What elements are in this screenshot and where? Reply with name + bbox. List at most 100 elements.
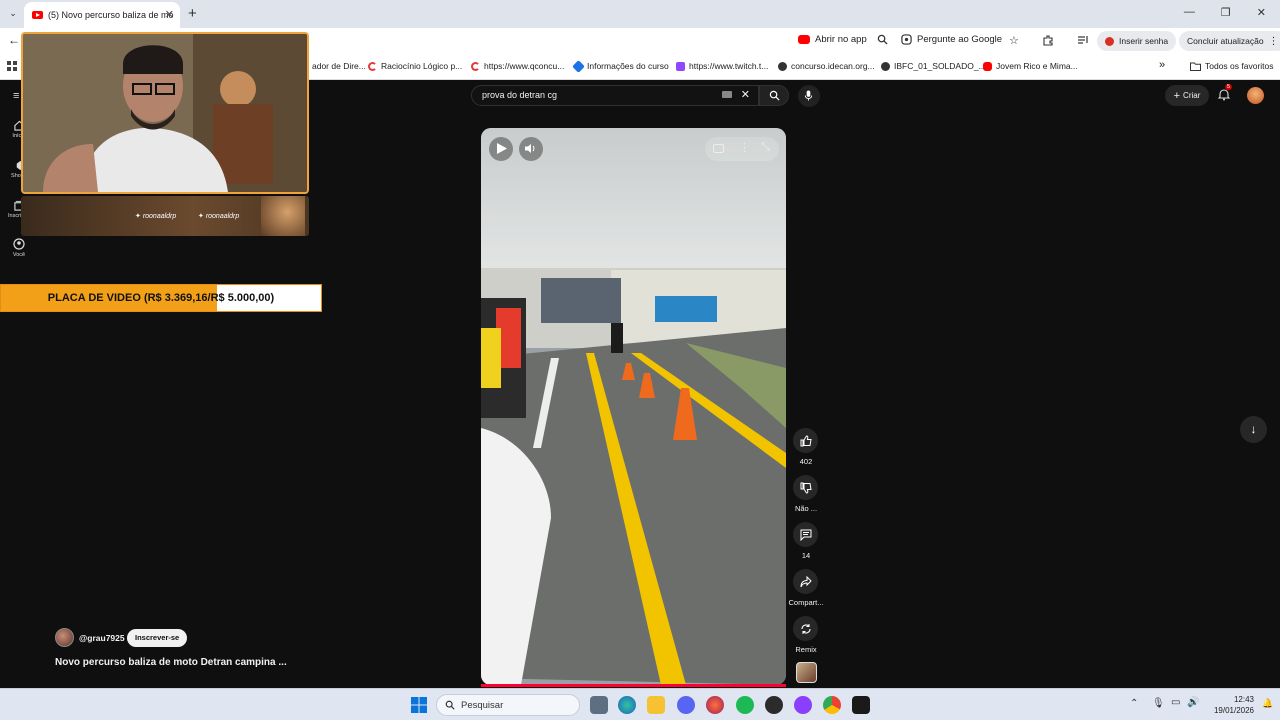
media-controls-icon[interactable] (1077, 34, 1089, 46)
captions-icon[interactable] (713, 144, 724, 153)
nav-item-you[interactable]: Você (8, 238, 30, 258)
bookmark-item[interactable]: Informações do curso (572, 59, 669, 73)
handle-text: roonaaldrp (205, 213, 240, 220)
menu-dots-icon[interactable]: ⋮ (1269, 36, 1279, 47)
user-icon (13, 238, 25, 250)
channel-name[interactable]: @grau7925 (79, 633, 125, 643)
voice-search-button[interactable] (798, 85, 820, 107)
bookmark-label: https://www.qconcu... (484, 61, 565, 71)
sound-thumbnail[interactable] (796, 662, 817, 683)
bookmark-star-icon[interactable]: ☆ (1009, 34, 1019, 47)
social-handle: ✦ roonaaldrp (135, 213, 177, 220)
tab-search-chevron-icon[interactable]: ⌄ (6, 6, 20, 20)
notifications-button[interactable]: 5 (1217, 84, 1233, 106)
new-tab-plus-icon[interactable]: + (188, 5, 197, 22)
keyboard-icon[interactable] (722, 91, 732, 98)
bookmark-item[interactable]: https://www.twitch.t... (676, 61, 768, 71)
chrome-icon[interactable] (823, 696, 841, 714)
notification-bell-icon[interactable]: 🔔 (1262, 698, 1273, 709)
hamburger-menu-icon[interactable]: ≡ (13, 90, 19, 102)
volume-tray-icon[interactable]: 🔊 (1187, 697, 1199, 708)
file-explorer-icon[interactable] (647, 696, 665, 714)
volume-button[interactable] (519, 137, 543, 161)
clock-date: 19/01/2026 (1213, 706, 1254, 715)
bookmark-item[interactable]: concurso.idecan.org... (778, 61, 875, 71)
goal-label: PLACA DE VIDEO (R$ 3.369,16/R$ 5.000,00) (47, 292, 275, 304)
clock-time: 12:43 (1233, 695, 1254, 704)
obs-app-icon[interactable] (852, 696, 870, 714)
clock[interactable]: 12:43 19/01/2026 (1206, 694, 1254, 716)
next-video-arrow-icon[interactable]: ↓ (1240, 416, 1267, 443)
mic-icon (804, 90, 813, 101)
network-tray-icon[interactable]: ▭ (1171, 697, 1180, 708)
donation-goal-bar: PLACA DE VIDEO (R$ 3.369,16/R$ 5.000,00) (0, 284, 322, 312)
bookmark-label: IBFC_01_SOLDADO_... (894, 61, 986, 71)
open-in-app-button[interactable]: Abrir no app (798, 34, 867, 45)
shorts-video-player[interactable]: ⋮ ⤡ (481, 128, 786, 685)
comments-button[interactable] (793, 522, 818, 547)
extensions-icon[interactable] (1042, 34, 1054, 46)
window-controls: — ❐ ✕ (1184, 6, 1266, 19)
bookmark-label: ador de Dire... (312, 61, 366, 71)
video-progress-bar[interactable] (481, 684, 786, 687)
task-view-icon[interactable] (590, 696, 608, 714)
play-button[interactable] (489, 137, 513, 161)
streamer-banner: ✦ roonaaldrp ✦ roonaaldrp (21, 196, 309, 236)
firefox-icon[interactable] (706, 696, 724, 714)
app-icon[interactable] (794, 696, 812, 714)
key-alert-icon (1105, 36, 1114, 46)
finish-update-label: Concluir atualização (1187, 36, 1264, 46)
course-icon (572, 59, 585, 73)
channel-avatar[interactable] (55, 628, 74, 647)
close-window-icon[interactable]: ✕ (1257, 6, 1266, 19)
ask-google-button[interactable]: Pergunte ao Google (901, 34, 1002, 45)
like-button[interactable] (793, 428, 818, 453)
remix-button[interactable] (793, 616, 818, 641)
handle-text: roonaaldrp (142, 213, 177, 220)
share-button[interactable] (793, 569, 818, 594)
search-input[interactable]: prova do detran cg ✕ (471, 85, 759, 106)
clear-search-icon[interactable]: ✕ (741, 88, 750, 101)
share-label: Compart... (788, 598, 824, 607)
bookmark-item[interactable]: IBFC_01_SOLDADO_... (881, 61, 986, 71)
browser-tab-active[interactable]: (5) Novo percurso baliza de mo ✕ (24, 2, 180, 28)
volume-icon (525, 144, 535, 153)
subscribe-button[interactable]: Inscrever-se (127, 629, 188, 647)
more-bookmarks-chevron-icon[interactable]: » (1159, 59, 1165, 71)
youtube-icon (983, 61, 992, 71)
bookmark-item[interactable]: Jovem Rico e Mima... (983, 61, 1078, 71)
create-button[interactable]: + Criar (1165, 85, 1209, 106)
minimize-icon[interactable]: — (1184, 6, 1195, 19)
search-icon (445, 700, 455, 710)
create-label: Criar (1183, 91, 1201, 100)
bookmark-item[interactable]: Raciocínio Lógico p... (368, 61, 462, 71)
dislike-button[interactable] (793, 475, 818, 500)
comment-count: 14 (801, 551, 811, 560)
steam-icon[interactable] (765, 696, 783, 714)
like-count: 402 (799, 457, 813, 466)
insert-password-button[interactable]: Inserir senha (1097, 31, 1177, 51)
microphone-tray-icon[interactable]: 🎙 (1152, 698, 1165, 709)
bookmark-item[interactable]: https://www.qconcu... (471, 61, 564, 71)
finish-update-button[interactable]: Concluir atualização ⋮ (1179, 31, 1280, 51)
zoom-search-icon[interactable] (877, 34, 888, 45)
spotify-icon[interactable] (736, 696, 754, 714)
restore-icon[interactable]: ❐ (1221, 6, 1231, 19)
all-favorites-button[interactable]: Todos os favoritos (1190, 61, 1274, 71)
fullscreen-icon[interactable]: ⤡ (761, 141, 770, 154)
back-arrow-icon[interactable]: ← (8, 33, 20, 47)
nav-label: Você (12, 252, 26, 258)
edge-icon[interactable] (618, 696, 636, 714)
close-tab-icon[interactable]: ✕ (165, 8, 174, 21)
discord-icon[interactable] (677, 696, 695, 714)
bookmark-item[interactable]: ador de Dire... (312, 61, 366, 71)
apps-grid-icon[interactable] (7, 61, 17, 71)
taskbar-search-box[interactable]: Pesquisar (436, 694, 580, 716)
windows-start-icon[interactable] (410, 696, 428, 714)
more-options-icon[interactable]: ⋮ (739, 141, 750, 154)
search-button[interactable] (759, 85, 789, 106)
tray-chevron-icon[interactable]: ⌃ (1130, 698, 1138, 709)
avatar[interactable] (1247, 87, 1264, 104)
browser-tab-bar: ⌄ (5) Novo percurso baliza de mo ✕ + — ❐… (0, 0, 1280, 28)
bookmark-label: Informações do curso (587, 61, 669, 71)
